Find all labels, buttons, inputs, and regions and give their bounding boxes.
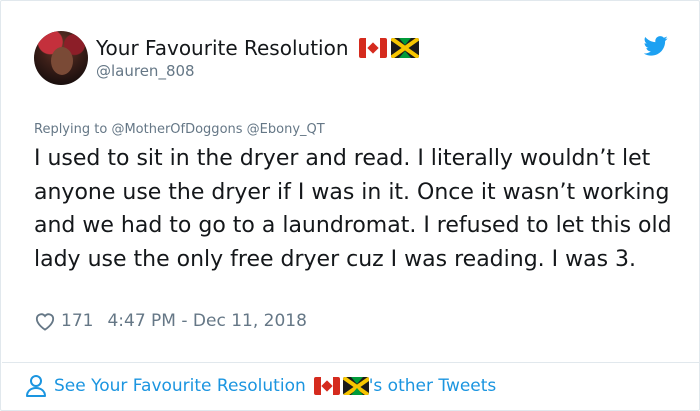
canada-flag-icon xyxy=(313,377,340,395)
reply-mention[interactable]: @Ebony_QT xyxy=(247,122,325,137)
divider xyxy=(2,362,700,363)
avatar[interactable] xyxy=(34,31,88,85)
like-count[interactable]: 171 xyxy=(61,311,93,331)
author-display-name[interactable]: Your Favourite Resolution xyxy=(96,36,349,60)
footer-link-prefix[interactable]: See Your Favourite Resolution xyxy=(54,376,306,396)
tweet-meta: 171 4:47 PM - Dec 11, 2018 xyxy=(34,311,307,331)
twitter-bird-icon[interactable] xyxy=(644,36,668,56)
heart-icon[interactable] xyxy=(34,311,56,331)
author-handle[interactable]: @lauren_808 xyxy=(96,62,195,80)
tweet-text: I used to sit in the dryer and read. I l… xyxy=(34,146,672,272)
see-other-tweets-link[interactable]: See Your Favourite Resolution 's other T… xyxy=(25,373,496,399)
avatar-face xyxy=(51,47,73,75)
footer-link-suffix[interactable]: 's other Tweets xyxy=(369,376,497,396)
reply-context: Replying to @MotherOfDoggons @Ebony_QT xyxy=(34,122,325,137)
jamaica-flag-icon xyxy=(390,38,419,58)
reply-mention[interactable]: @MotherOfDoggons xyxy=(111,122,242,137)
jamaica-flag-icon xyxy=(342,377,369,395)
timestamp[interactable]: 4:47 PM - Dec 11, 2018 xyxy=(107,311,306,331)
canada-flag-icon xyxy=(358,38,387,58)
author-name-row[interactable]: Your Favourite Resolution xyxy=(96,35,419,61)
tweet-card: Your Favourite Resolution @lauren_808 Re… xyxy=(0,0,700,411)
person-icon xyxy=(26,375,46,397)
reply-prefix: Replying to xyxy=(34,122,108,137)
